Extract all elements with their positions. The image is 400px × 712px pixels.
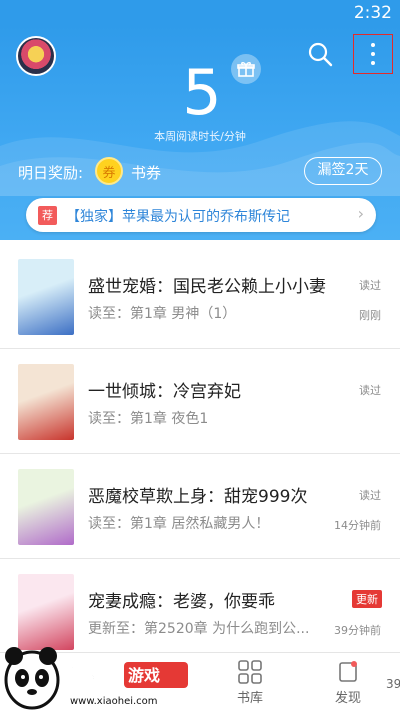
weekly-reading-label: 本周阅读时长/分钟: [154, 130, 246, 143]
book-last-read-time: 刚刚: [359, 309, 381, 322]
search-icon[interactable]: [306, 40, 334, 68]
book-progress: 读至：第1章 男神（1）: [88, 306, 237, 322]
nav-discover[interactable]: 发现: [318, 653, 378, 712]
more-dot: [371, 61, 375, 65]
book-item[interactable]: 一世倾城：冷宫弃妃 读至：第1章 夜色1 读过: [0, 349, 400, 454]
more-dot: [371, 43, 375, 47]
coupon-label: 书券: [131, 164, 162, 182]
book-last-read-time: 14分钟前: [334, 519, 381, 532]
weekly-reading-minutes: 5: [182, 56, 222, 129]
book-status: 读过: [359, 489, 381, 502]
bookshelf-list: 盛世宠婚：国民老公赖上小小妻 读至：第1章 男神（1） 读过 刚刚 一世倾城：冷…: [0, 244, 400, 664]
user-avatar[interactable]: [16, 36, 56, 76]
book-progress: 读至：第1章 居然私藏男人！: [88, 516, 270, 532]
book-title: 盛世宠婚：国民老公赖上小小妻: [88, 277, 326, 297]
svg-text:小黑: 小黑: [66, 657, 126, 692]
nav-library-label: 书库: [236, 691, 263, 706]
nav-library[interactable]: 书库: [220, 653, 280, 712]
svg-text:游戏: 游戏: [128, 666, 160, 685]
book-status: 读过: [359, 384, 381, 397]
svg-text:www.xiaohei.com: www.xiaohei.com: [70, 696, 158, 707]
tomorrow-reward-label: 明日奖励:: [18, 164, 84, 182]
more-dot: [371, 52, 375, 56]
missed-signin-button[interactable]: 漏签2天: [304, 157, 382, 185]
book-cover: [18, 364, 74, 440]
nav-discover-label: 发现: [334, 691, 361, 706]
discover-icon: [339, 661, 357, 682]
book-item[interactable]: 盛世宠婚：国民老公赖上小小妻 读至：第1章 男神（1） 读过 刚刚: [0, 244, 400, 349]
coupon-coin-icon: 券: [95, 157, 123, 185]
library-grid-icon: [238, 660, 262, 684]
nav-overflow-count: 39: [386, 677, 400, 691]
book-title: 一世倾城：冷宫弃妃: [88, 382, 241, 402]
chevron-right-icon: ›: [357, 204, 364, 223]
book-progress: 更新至：第2520章 为什么跑到公...: [88, 621, 310, 637]
book-item[interactable]: 恶魔校草欺上身：甜宠999次 读至：第1章 居然私藏男人！ 读过 14分钟前: [0, 454, 400, 559]
book-title: 宠妻成瘾：老婆，你要乖: [88, 592, 275, 612]
status-bar: 2:32: [0, 0, 400, 26]
recommend-banner[interactable]: 荐 【独家】苹果最为认可的乔布斯传记 ›: [26, 198, 376, 232]
book-progress: 读至：第1章 夜色1: [88, 411, 209, 427]
gift-icon[interactable]: [231, 54, 261, 84]
recommend-banner-text: 【独家】苹果最为认可的乔布斯传记: [66, 209, 290, 225]
status-time: 2:32: [353, 3, 392, 23]
more-vertical-icon[interactable]: [353, 34, 393, 74]
book-last-read-time: 39分钟前: [334, 624, 381, 637]
book-cover: [18, 259, 74, 335]
book-title: 恶魔校草欺上身：甜宠999次: [88, 487, 308, 507]
book-status: 读过: [359, 279, 381, 292]
xiaohei-watermark-logo: 小黑 游戏 www.xiaohei.com: [4, 647, 188, 710]
recommend-tag: 荐: [38, 206, 57, 225]
book-cover: [18, 469, 74, 545]
book-update-badge: 更新: [352, 590, 382, 608]
